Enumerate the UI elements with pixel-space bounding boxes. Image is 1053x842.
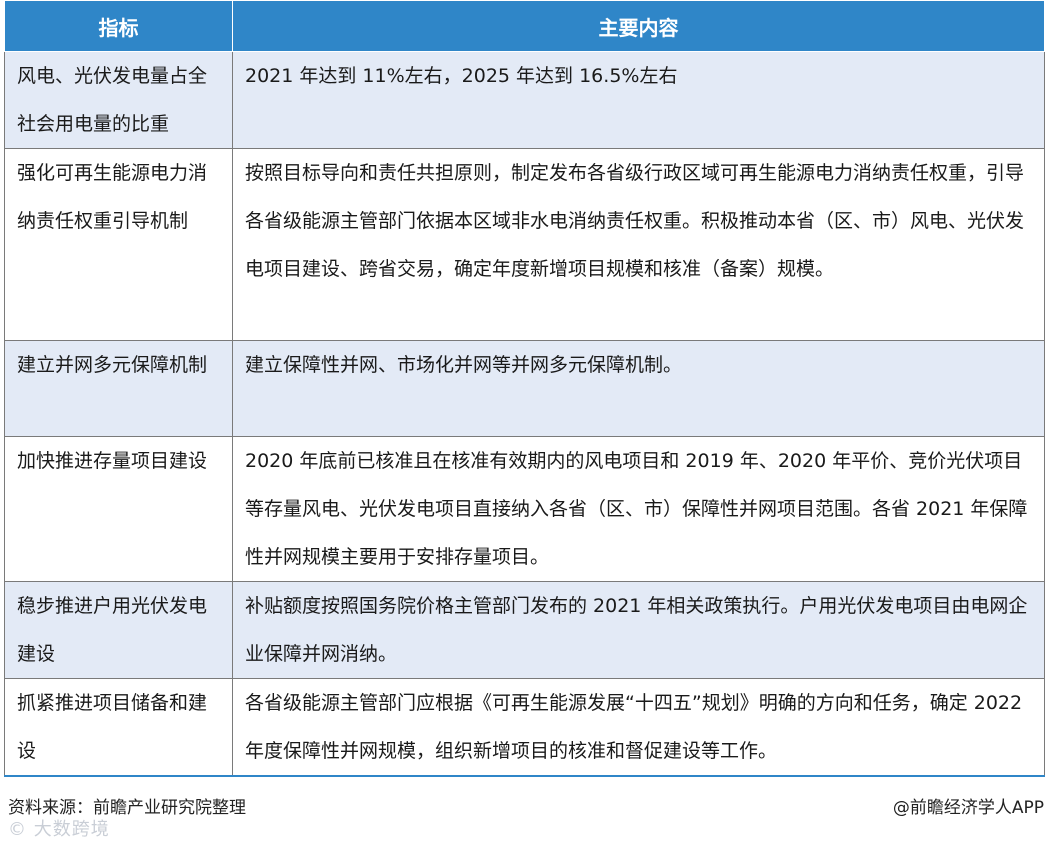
table-row: 抓紧推进项目储备和建设 各省级能源主管部门应根据《可再生能源发展“十四五”规划》… <box>5 679 1045 777</box>
indicator-cell: 风电、光伏发电量占全社会用电量的比重 <box>5 52 233 149</box>
policy-table: 指标 主要内容 风电、光伏发电量占全社会用电量的比重 2021 年达到 11%左… <box>4 0 1045 777</box>
content-cell: 2020 年底前已核准且在核准有效期内的风电项目和 2019 年、2020 年平… <box>233 437 1045 582</box>
table-row: 加快推进存量项目建设 2020 年底前已核准且在核准有效期内的风电项目和 201… <box>5 437 1045 582</box>
policy-table-container: 指标 主要内容 风电、光伏发电量占全社会用电量的比重 2021 年达到 11%左… <box>4 0 1044 777</box>
content-cell: 按照目标导向和责任共担原则，制定发布各省级行政区域可再生能源电力消纳责任权重，引… <box>233 149 1045 341</box>
watermark-text: © 大数跨境 <box>8 815 110 841</box>
table-row: 强化可再生能源电力消纳责任权重引导机制 按照目标导向和责任共担原则，制定发布各省… <box>5 149 1045 341</box>
content-cell: 2021 年达到 11%左右，2025 年达到 16.5%左右 <box>233 52 1045 149</box>
table-row: 风电、光伏发电量占全社会用电量的比重 2021 年达到 11%左右，2025 年… <box>5 52 1045 149</box>
credit-text: @前瞻经济学人APP <box>893 793 1044 818</box>
indicator-cell: 加快推进存量项目建设 <box>5 437 233 582</box>
indicator-cell: 稳步推进户用光伏发电建设 <box>5 582 233 679</box>
table-row: 建立并网多元保障机制 建立保障性并网、市场化并网等并网多元保障机制。 <box>5 341 1045 437</box>
indicator-cell: 强化可再生能源电力消纳责任权重引导机制 <box>5 149 233 341</box>
header-content: 主要内容 <box>233 1 1045 52</box>
indicator-cell: 抓紧推进项目储备和建设 <box>5 679 233 777</box>
table-row: 稳步推进户用光伏发电建设 补贴额度按照国务院价格主管部门发布的 2021 年相关… <box>5 582 1045 679</box>
content-cell: 建立保障性并网、市场化并网等并网多元保障机制。 <box>233 341 1045 437</box>
table-header-row: 指标 主要内容 <box>5 1 1045 52</box>
indicator-cell: 建立并网多元保障机制 <box>5 341 233 437</box>
content-cell: 补贴额度按照国务院价格主管部门发布的 2021 年相关政策执行。户用光伏发电项目… <box>233 582 1045 679</box>
content-cell: 各省级能源主管部门应根据《可再生能源发展“十四五”规划》明确的方向和任务，确定 … <box>233 679 1045 777</box>
header-indicator: 指标 <box>5 1 233 52</box>
